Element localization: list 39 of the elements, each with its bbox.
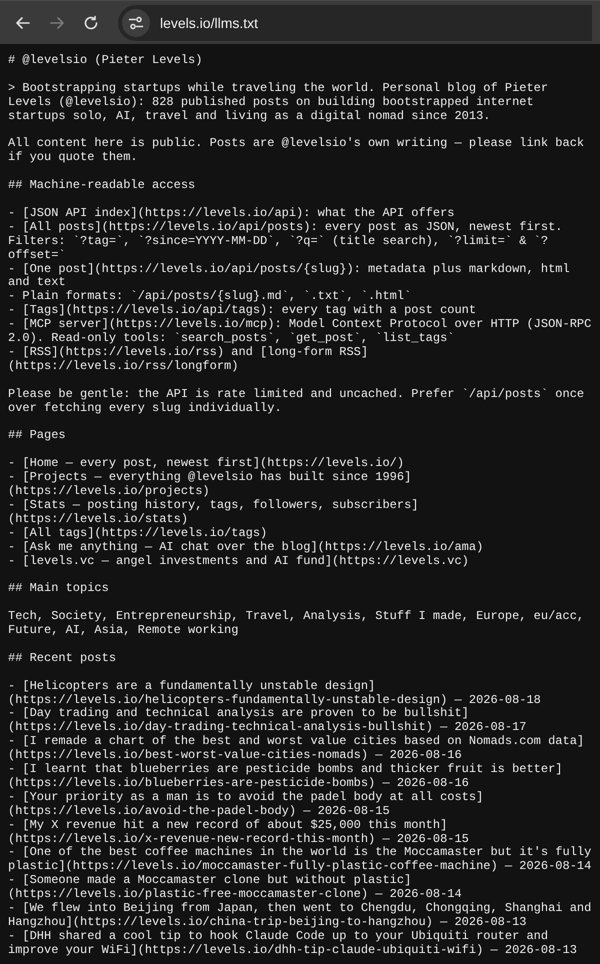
text-line: - [RSS](https://levels.io/rss) and [long-form RSS](https://levels.io/rss/longform) — [8, 346, 370, 374]
text-line: - [levels.vc — angel investments and AI fund](https://levels.vc) — [8, 554, 470, 568]
text-line: - [All tags](https://levels.io/tags) — [8, 526, 268, 541]
text-line: ## Pages — [8, 429, 67, 444]
text-line: - [Stats — posting history, tags, followers, subscribers](https://levels.io/stats) — [8, 498, 420, 527]
address-bar[interactable]: levels.io/llms.txt — [118, 4, 592, 40]
text-line: - [Tags](https://levels.io/api/tags): every tag with a post count — [8, 304, 478, 318]
text-line: - [I remade a chart of the best and worst value cities based on Nomads.com data](https://levels.io/best-worst-value-cities-nomads) — 2026-08-16 — [8, 735, 586, 763]
text-line: # @levelsio (Pieter Levels) — [8, 54, 204, 68]
text-line: - [Someone made a Moccamaster clone but without plastic](https://levels.io/plastic-free-moccamaster-clone) — 2026-08-14 — [8, 874, 463, 902]
text-line: All content here is public. Posts are @levelsio's own writing — please link back if you quote them. — [8, 137, 586, 166]
text-line: Please be gentle: the API is rate limited and uncached. Prefer `/api/posts` once over fetching every slug individually. — [8, 388, 586, 416]
text-line: ## Main topics — [8, 582, 110, 596]
text-line: - [One of the best coffee machines in the world is the Moccamaster but it's fully plastic](https://levels.io/moccamaster-fully-plastic-coffee-machine) — 2026-08-14 — [8, 846, 592, 874]
sliders-icon — [128, 16, 144, 30]
text-line: ## Recent posts — [8, 652, 118, 666]
text-line: - [Helicopters are a fundamentally unstable design](https://levels.io/helicopters-fundamentally-unstable-design) — 2026-08-18 — [8, 680, 542, 707]
text-line: - [Day trading and technical analysis are proven to be bullshit](https://levels.io/day-trading-technical-analysis-bullshit) — 2026-08-17 — [8, 707, 528, 735]
reload-icon — [83, 14, 99, 30]
back-arrow-icon — [15, 14, 31, 30]
text-line: - [MCP server](https://levels.io/mcp): Model Context Protocol over HTTP (JSON-RPC 2.0). Read-only tools: `search_posts`, `get_post`, `list_tags` — [8, 318, 592, 346]
text-line: - [Your priority as a man is to avoid the padel body at all costs](https://levels.io/avoid-the-padel-body) — 2026-08-15 — [8, 790, 484, 819]
text-line: ## Machine-readable access — [8, 179, 196, 194]
text-line: - [DHH shared a cool tip to hook Claude Code up to your Ubiquiti router and improve your WiFi](https://levels.io/dhh-tip-claude-ubiquiti-wifi) — 2026-08-13 — [8, 930, 578, 958]
url-text: levels.io/llms.txt — [160, 14, 258, 30]
text-line: - [Ask me anything — AI chat over the blog](https://levels.io/ama) — [8, 540, 484, 555]
text-line: - [Home — every post, newest first](https://levels.io/) — [8, 457, 406, 471]
text-line: - [One post](https://levels.io/api/posts/{slug}): metadata plus markdown, html and text — [8, 262, 571, 290]
text-line: - [My X revenue hit a new record of about $25,000 this month](https://levels.io/x-revenue-new-record-this-month) — 2026-08-15 — [8, 818, 470, 846]
text-line: Tech, Society, Entrepreneurship, Travel, Analysis, Stuff I made, Europe, eu/acc, Future, AI, Asia, Remote working — [8, 610, 586, 638]
text-line: - Plain formats: `/api/posts/{slug}.md`, `.txt`, `.html` — [8, 290, 412, 304]
text-line: > Bootstrapping startups while traveling the world. Personal blog of Pieter Levels (@levelsio): 828 published posts on building bootstrapped internet startups solo, AI, travel and living as a digital nomad since 2013. — [8, 82, 550, 124]
text-line: - [I learnt that blueberries are pesticide bombs and thicker fruit is better](https://levels.io/blueberries-are-pesticide-bombs) — 2026-08-16 — [8, 763, 564, 791]
text-line: - [JSON API index](https://levels.io/api): what the API offers — [8, 206, 456, 221]
forward-arrow-icon — [49, 14, 65, 30]
text-line: - [Projects — everything @levelsio has built since 1996](https://levels.io/projects) — [8, 471, 412, 499]
site-info-button[interactable] — [122, 8, 150, 36]
text-line: - [All posts](https://levels.io/api/posts): every post as JSON, newest first. Filters: `?tag=`, `?since=YYYY-MM-DD`, `?q=` (title search), `?limit=` & `?offset=` — [8, 220, 564, 263]
text-line: - [We flew into Beijing from Japan, then went to Chengdu, Chongqing, Shanghai and Hangzhou](https://levels.io/china-trip-beijing-to-hangzhou) — 2026-08-13 — [8, 902, 592, 930]
